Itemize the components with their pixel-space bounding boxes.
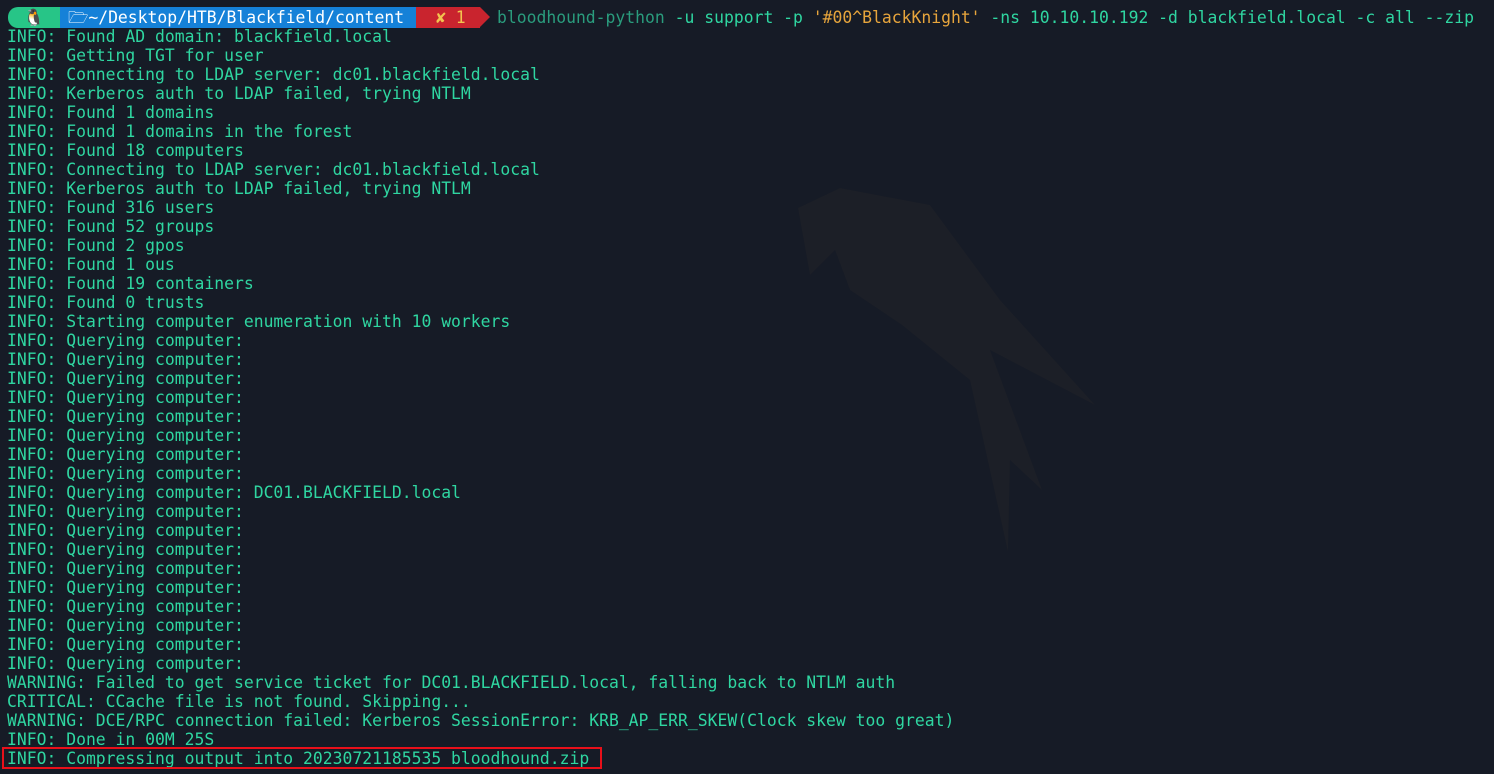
command-args: -u support -p (664, 8, 813, 27)
output-line: WARNING: DCE/RPC connection failed: Kerb… (7, 711, 955, 730)
folder-open-icon: 🗁 (68, 8, 89, 27)
output-line: INFO: Querying computer: (7, 540, 244, 559)
output-line: WARNING: Failed to get service ticket fo… (7, 673, 896, 692)
output-line: INFO: Querying computer: DC01.BLACKFIELD… (7, 483, 461, 502)
output-line: INFO: Querying computer: (7, 597, 244, 616)
output-line: INFO: Querying computer: (7, 502, 244, 521)
output-line: INFO: Found 1 domains (7, 103, 215, 122)
output-line: INFO: Querying computer: (7, 616, 244, 635)
output-line: INFO: Querying computer: (7, 426, 244, 445)
penguin-icon: 🐧 (23, 8, 45, 27)
command-args-rest: -ns 10.10.10.192 -d blackfield.local -c … (980, 8, 1474, 27)
output-line: INFO: Querying computer: (7, 350, 244, 369)
output-line: INFO: Starting computer enumeration with… (7, 312, 511, 331)
output-line: INFO: Kerberos auth to LDAP failed, tryi… (7, 84, 471, 103)
output-line: INFO: Querying computer: (7, 559, 244, 578)
output-line: INFO: Found 316 users (7, 198, 215, 217)
terminal-window[interactable]: 🐧 🗁~/Desktop/HTB/Blackfield/content ✘ 1 … (0, 0, 1494, 774)
output-line: INFO: Connecting to LDAP server: dc01.bl… (7, 65, 540, 84)
output-line: CRITICAL: CCache file is not found. Skip… (7, 692, 471, 711)
output-line: INFO: Found AD domain: blackfield.local (7, 27, 392, 46)
output-line: INFO: Found 1 ous (7, 255, 175, 274)
output-line: INFO: Querying computer: (7, 654, 244, 673)
output-line: INFO: Querying computer: (7, 578, 244, 597)
output-line: INFO: Found 18 computers (7, 141, 244, 160)
output-line: INFO: Querying computer: (7, 407, 244, 426)
prompt-separator (480, 7, 490, 27)
shell-prompt: 🐧 🗁~/Desktop/HTB/Blackfield/content ✘ 1 … (0, 7, 1494, 28)
prompt-status-segment: ✘ 1 (416, 7, 480, 28)
exit-status: ✘ 1 (436, 8, 466, 27)
output-line: INFO: Connecting to LDAP server: dc01.bl… (7, 160, 540, 179)
output-line: INFO: Found 52 groups (7, 217, 215, 236)
command-executable: bloodhound-python (497, 8, 665, 27)
output-line: INFO: Found 19 containers (7, 274, 254, 293)
output-line: INFO: Querying computer: (7, 445, 244, 464)
output-line: INFO: Kerberos auth to LDAP failed, tryi… (7, 179, 471, 198)
output-line: INFO: Querying computer: (7, 464, 244, 483)
command-password-arg: '#00^BlackKnight' (812, 8, 981, 27)
command-input[interactable]: bloodhound-python -u support -p '#00^Bla… (497, 7, 1474, 28)
prompt-path: ~/Desktop/HTB/Blackfield/content (88, 8, 405, 27)
output-line: INFO: Found 0 trusts (7, 293, 205, 312)
output-line: INFO: Getting TGT for user (7, 46, 264, 65)
prompt-path-segment: 🗁~/Desktop/HTB/Blackfield/content (60, 7, 416, 28)
output-line: INFO: Querying computer: (7, 331, 244, 350)
terminal-output: INFO: Found AD domain: blackfield.local I… (7, 27, 954, 768)
annotation-highlight-box (2, 747, 602, 769)
output-line: INFO: Querying computer: (7, 521, 244, 540)
output-line: INFO: Found 1 domains in the forest (7, 122, 353, 141)
output-line: INFO: Querying computer: (7, 369, 244, 388)
output-line: INFO: Querying computer: (7, 635, 244, 654)
output-line: INFO: Querying computer: (7, 388, 244, 407)
output-line: INFO: Found 2 gpos (7, 236, 185, 255)
